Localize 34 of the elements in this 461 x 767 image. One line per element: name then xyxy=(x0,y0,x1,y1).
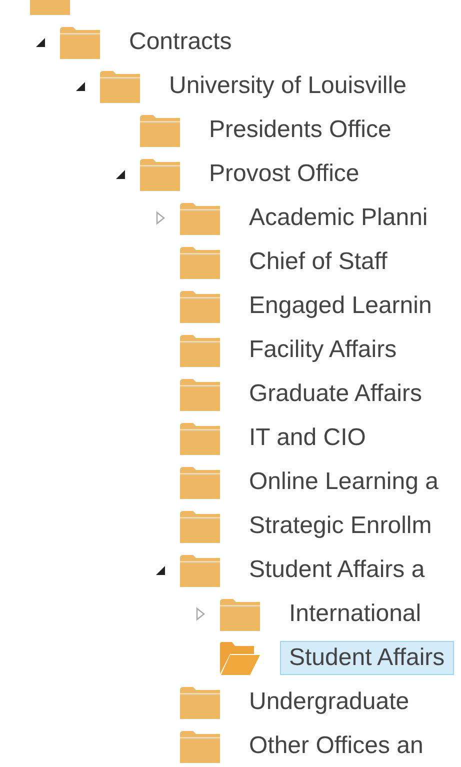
folder-icon xyxy=(100,68,140,104)
tree-item[interactable]: IT and CIO xyxy=(240,421,375,455)
folder-icon xyxy=(180,376,220,412)
folder-icon xyxy=(180,728,220,764)
folder-icon xyxy=(180,552,220,588)
tree-item[interactable]: Engaged Learnin xyxy=(240,289,441,323)
folder-icon xyxy=(60,24,100,60)
tree-item[interactable]: Other Offices an xyxy=(240,729,432,763)
folder-icon xyxy=(180,288,220,324)
folder-icon xyxy=(180,508,220,544)
tree-item[interactable]: Chief of Staff xyxy=(240,245,396,279)
tree-item[interactable]: Facility Affairs xyxy=(240,333,406,367)
tree-item[interactable]: Student Affairs xyxy=(280,641,454,675)
tree-item[interactable]: Academic Planni xyxy=(240,201,437,235)
folder-icon xyxy=(180,332,220,368)
tree-item[interactable]: Graduate Affairs xyxy=(240,377,431,411)
tree-item[interactable]: Undergraduate xyxy=(240,685,418,719)
tree-item[interactable]: Online Learning a xyxy=(240,465,448,499)
folder-icon xyxy=(180,464,220,500)
folder-icon xyxy=(180,684,220,720)
folder-icon xyxy=(180,244,220,280)
tree-item[interactable]: Student Affairs a xyxy=(240,553,434,587)
tree-item[interactable]: International xyxy=(280,597,430,631)
tree-item[interactable]: Provost Office xyxy=(200,157,368,191)
folder-icon xyxy=(180,200,220,236)
tree-item[interactable]: Presidents Office xyxy=(200,113,400,147)
tree-item[interactable]: University of Louisville xyxy=(160,69,416,103)
folder-icon xyxy=(220,596,260,632)
folder-icon xyxy=(140,156,180,192)
folder-icon xyxy=(180,420,220,456)
folder-icon xyxy=(140,112,180,148)
tree-item[interactable]: Contracts xyxy=(120,25,241,59)
tree-item[interactable]: Strategic Enrollm xyxy=(240,509,441,543)
open-folder-icon xyxy=(220,640,260,676)
